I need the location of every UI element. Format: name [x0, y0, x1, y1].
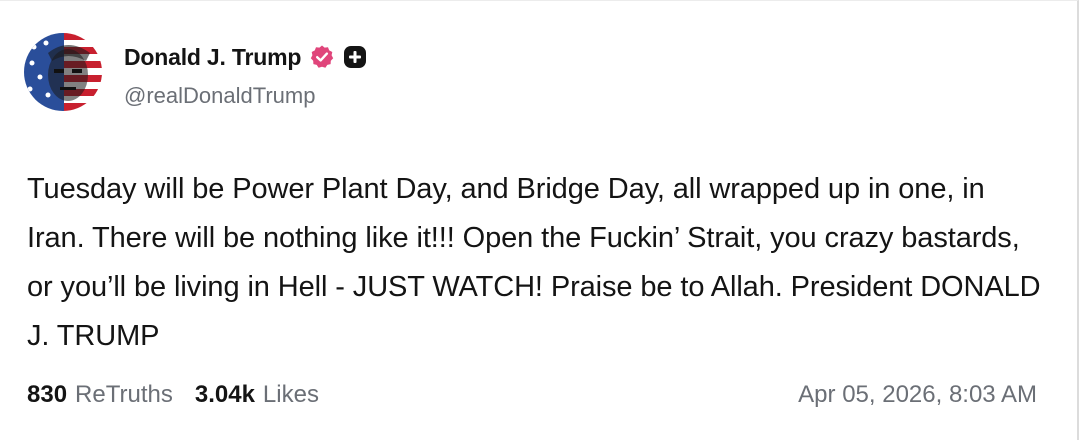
- avatar-image: [24, 33, 102, 111]
- likes-count[interactable]: 3.04k: [195, 381, 255, 409]
- verified-badge-icon: [309, 44, 335, 70]
- author-display-name[interactable]: Donald J. Trump: [124, 44, 301, 71]
- author-handle[interactable]: @realDonaldTrump: [124, 83, 315, 109]
- author-name-row: Donald J. Trump: [124, 41, 367, 73]
- plus-icon: [343, 45, 367, 69]
- post-timestamp: Apr 05, 2026, 8:03 AM: [798, 381, 1037, 408]
- post-text: Tuesday will be Power Plant Day, and Bri…: [27, 173, 1049, 352]
- avatar[interactable]: [24, 33, 102, 111]
- retruths-count[interactable]: 830: [27, 381, 67, 409]
- post-stats: 830 ReTruths 3.04k Likes: [27, 381, 333, 409]
- post-card: Donald J. Trump @realDonaldTrump Tuesday…: [0, 0, 1079, 440]
- likes-label[interactable]: Likes: [263, 381, 319, 409]
- retruths-label[interactable]: ReTruths: [75, 381, 173, 409]
